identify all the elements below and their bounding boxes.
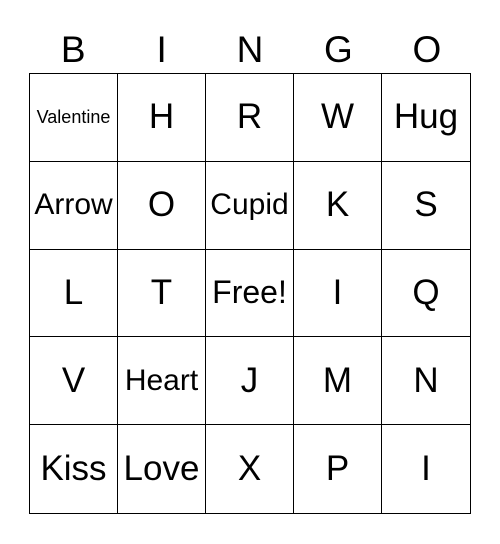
header-letter-o: O	[412, 29, 442, 70]
header-letter-i: I	[156, 29, 167, 70]
bingo-cell: S	[382, 162, 470, 250]
bingo-cell: Cupid	[206, 161, 294, 250]
header-letter-n: N	[236, 29, 264, 70]
bingo-cell: L	[30, 249, 118, 338]
bingo-cell: Hug	[382, 74, 470, 162]
bingo-cell: V	[30, 337, 118, 426]
bingo-cell: Arrow	[30, 161, 118, 250]
bingo-cell: W	[294, 74, 382, 162]
bingo-grid: Valentine H R W Hug Arrow O Cupid K S L …	[29, 73, 471, 514]
free-space-cell: Free!	[206, 249, 294, 338]
bingo-cell: Heart	[118, 337, 206, 426]
bingo-cell: Valentine	[30, 74, 118, 162]
bingo-cell: X	[206, 425, 294, 513]
bingo-cell: Love	[118, 425, 206, 513]
bingo-cell: N	[382, 337, 470, 426]
bingo-cell: O	[118, 161, 206, 250]
bingo-cell: Kiss	[30, 425, 118, 513]
bingo-cell: M	[294, 337, 382, 426]
bingo-cell: H	[118, 74, 206, 162]
bingo-cell: K	[294, 161, 382, 250]
bingo-cell: T	[118, 249, 206, 338]
bingo-cell: I	[294, 249, 382, 338]
bingo-cell: R	[206, 74, 294, 162]
header-letter-b: B	[60, 29, 86, 70]
bingo-cell: P	[294, 425, 382, 513]
bingo-header: B I N G O	[29, 28, 471, 72]
bingo-cell: J	[206, 337, 294, 426]
bingo-cell: Q	[382, 250, 470, 338]
header-letter-g: G	[324, 29, 353, 70]
bingo-cell: I	[421, 449, 431, 489]
